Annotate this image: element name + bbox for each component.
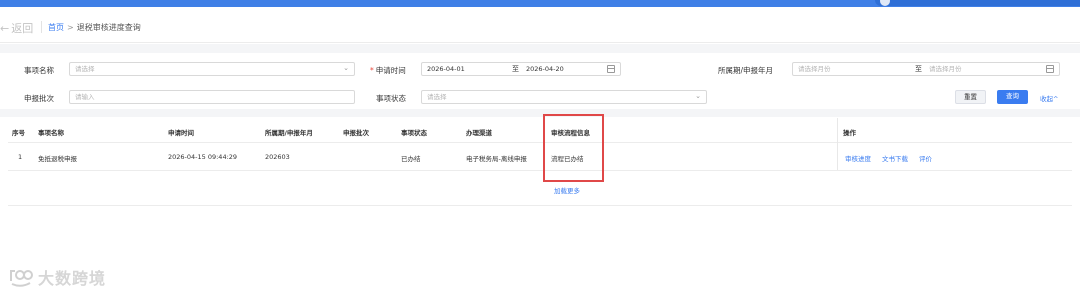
column-header-status: 事项状态 [401,129,427,137]
apply-time-start: 2026-04-01 [427,65,465,73]
period-start-placeholder: 请选择月份 [798,65,831,73]
back-arrow-icon: ← [0,22,10,35]
cell-channel: 电子税务局-离线申报 [466,155,527,163]
back-label: 返回 [11,22,34,35]
evaluate-link[interactable]: 评价 [919,153,932,163]
cell-status: 已办结 [401,155,421,163]
column-header-item-name: 事项名称 [38,129,64,137]
breadcrumb-home[interactable]: 首页 [48,23,64,32]
column-header-channel: 办理渠道 [466,129,492,137]
item-name-placeholder: 请选择 [75,65,95,73]
load-more-link[interactable]: 加载更多 [554,185,580,195]
breadcrumb: 首页 > 退税审核进度查询 [48,22,141,33]
cell-apply-time: 2026-04-15 09:44:29 [168,153,238,161]
table-header-divider [8,142,1072,143]
batch-label: 申报批次 [24,94,54,103]
column-header-index: 序号 [12,129,25,137]
period-end-placeholder: 请选择月份 [929,65,962,73]
chevron-down-icon: ⌄ [695,92,701,100]
watermark-text: 大数跨境 [38,269,107,288]
watermark-logo-icon [8,267,34,287]
review-progress-link[interactable]: 审核进度 [845,153,871,163]
period-range-separator: 至 [915,65,922,73]
actions-column-divider [837,118,838,170]
collapse-toggle[interactable]: 收起^ [1040,93,1058,103]
calendar-icon [1046,65,1054,73]
section-gap [0,109,1080,117]
column-header-actions: 操作 [843,129,856,137]
back-button[interactable]: ← 返回 [0,20,33,36]
apply-time-label: * 申请时间 [370,65,406,76]
period-label: 所属期/申报年月 [718,66,774,75]
user-area[interactable] [875,0,1080,6]
apply-time-range-picker[interactable]: 2026-04-01 至 2026-04-20 [421,62,621,76]
cell-index: 1 [18,153,23,161]
column-header-period: 所属期/申报年月 [265,129,313,137]
range-separator: 至 [512,65,519,73]
section-gap [0,44,1080,53]
apply-time-end: 2026-04-20 [526,65,564,73]
breadcrumb-current: 退税审核进度查询 [76,23,141,32]
status-select[interactable]: 请选择 ⌄ [421,90,707,104]
calendar-icon [607,65,615,73]
status-placeholder: 请选择 [427,93,447,101]
reset-button[interactable]: 重置 [955,90,986,104]
chevron-down-icon: ⌄ [343,64,349,72]
watermark: 大数跨境 [8,265,106,289]
column-header-batch: 申报批次 [343,129,369,137]
breadcrumb-separator: > [67,23,74,32]
query-button[interactable]: 查询 [997,90,1028,104]
table-footer-divider [8,205,1072,206]
column-header-apply-time: 申请时间 [168,129,194,137]
status-label: 事项状态 [376,94,406,103]
period-range-picker[interactable]: 请选择月份 至 请选择月份 [792,62,1060,76]
required-mark: * [370,66,374,75]
divider [41,21,42,33]
batch-placeholder: 请输入 [75,93,95,101]
item-name-select[interactable]: 请选择 ⌄ [69,62,355,76]
cell-item-name: 免抵退税申报 [38,155,77,163]
cell-period: 202603 [265,153,290,161]
document-download-link[interactable]: 文书下载 [882,153,908,163]
highlight-box [543,114,604,182]
apply-time-label-text: 申请时间 [375,66,406,75]
table-row-divider [8,170,1072,171]
top-bar [0,0,1080,7]
navigation-bar: ← 返回 首页 > 退税审核进度查询 [0,7,1080,43]
item-name-label: 事项名称 [24,66,54,75]
batch-input[interactable]: 请输入 [69,90,355,104]
